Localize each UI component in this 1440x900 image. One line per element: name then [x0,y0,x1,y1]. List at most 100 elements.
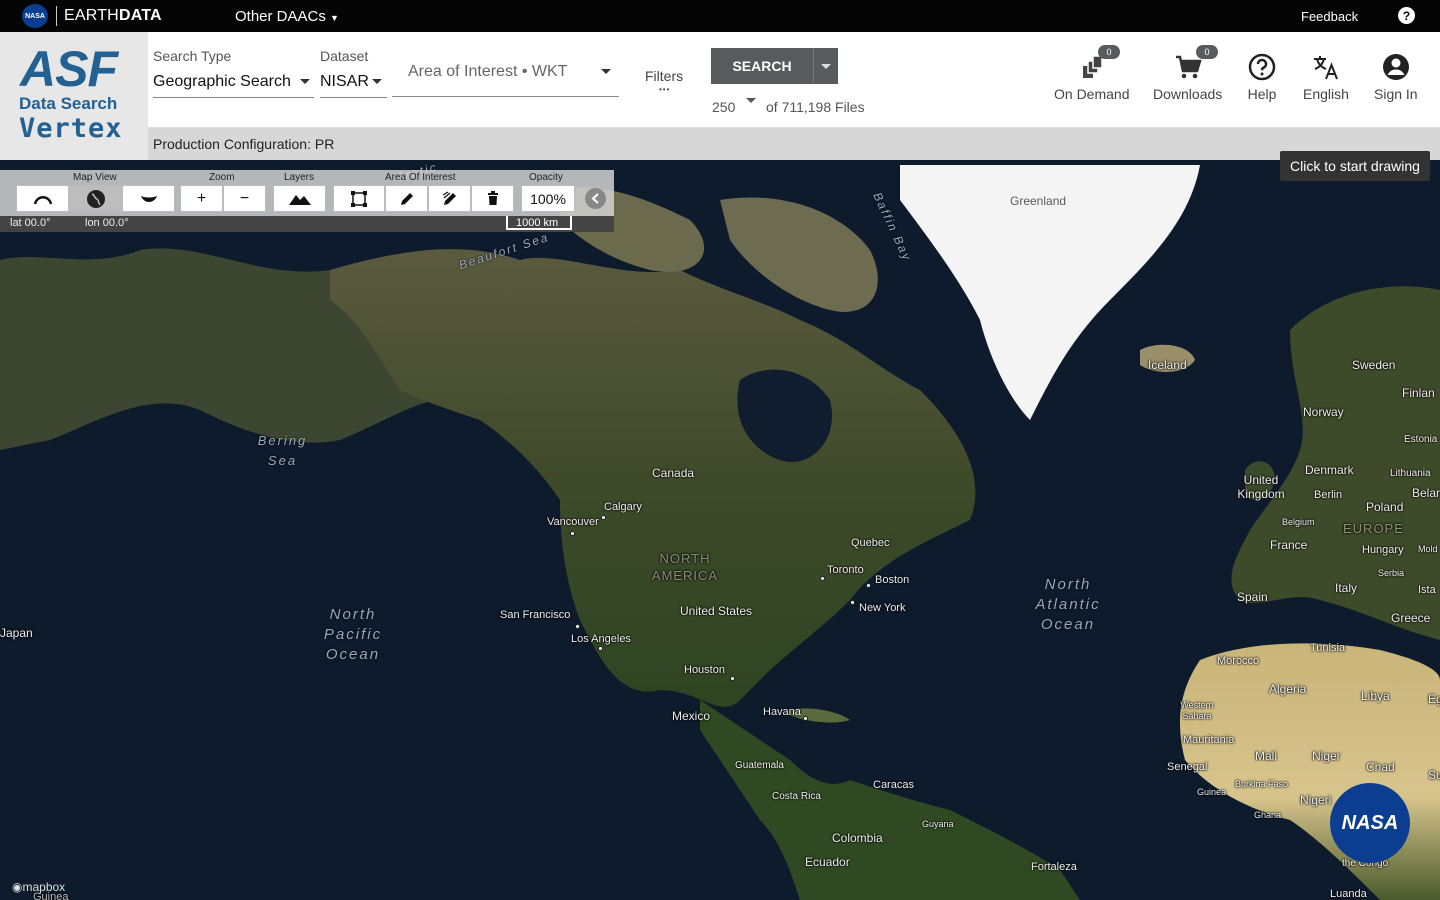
map-label: Colombia [832,831,883,845]
map-label: France [1270,538,1308,552]
map-label: Guinea [1197,787,1227,797]
map-label: Eg [1428,692,1440,706]
chevron-down-icon[interactable] [300,79,310,84]
nasa-meatball-logo: NASA [1330,783,1410,863]
chevron-down-icon[interactable] [746,98,756,103]
map-label: Finlan [1402,386,1435,400]
map-label: Ista [1418,584,1436,596]
sign-in-button[interactable]: Sign In [1374,52,1418,102]
map-label: Luanda [1330,888,1367,900]
map-label: Guatemala [735,760,784,771]
map-label: Norway [1303,405,1344,419]
help-icon[interactable]: ? [1398,7,1415,24]
antarctic-view-button[interactable] [122,185,175,212]
city-marker [570,531,575,536]
feedback-link[interactable]: Feedback [1301,9,1358,24]
city-marker [730,676,735,681]
map-label: Greece [1391,611,1431,625]
max-results-select[interactable]: 250 [712,99,735,115]
map-label: Iceland [1148,358,1187,372]
map-label: Ghana [1254,810,1282,820]
search-type-label: Search Type [153,48,232,64]
help-button[interactable]: Help [1247,52,1277,102]
edit-aoi-button[interactable] [428,185,471,212]
map-label: Western Sahara [1180,700,1214,721]
account-icon [1382,54,1409,80]
downloads-button[interactable]: Downloads [1153,52,1222,102]
search-options-button[interactable] [813,48,838,84]
chevron-down-icon[interactable] [601,69,611,74]
map-label: San Francisco [500,609,571,621]
city-marker [850,600,855,605]
layers-button[interactable] [273,185,326,212]
earthdata-link[interactable]: EARTHDATA [64,7,162,25]
map-label: Japan [0,626,33,640]
chevron-down-icon[interactable] [372,79,382,84]
draw-tooltip: Click to start drawing [1280,151,1430,181]
arctic-icon [33,195,52,204]
equatorial-view-button[interactable] [69,185,122,212]
aoi-label: Area Of Interest [385,172,456,183]
opacity-label: Opacity [529,172,563,183]
map-label: Ecuador [805,855,850,869]
trash-icon [487,191,498,205]
aoi-input[interactable]: Area of Interest • WKT [408,63,567,81]
map-label: Caracas [873,779,914,791]
dataset-select[interactable]: NISAR [320,73,369,91]
collapse-controls-button[interactable] [585,188,606,209]
aoi-underline [392,96,619,97]
map-label: North Pacific Ocean [323,606,383,663]
map-view-label: Map View [73,172,117,183]
arctic-view-button[interactable] [16,185,69,212]
vertex-text: Vertex [19,113,123,144]
search-button[interactable]: SEARCH [711,48,813,84]
draw-polygon-button[interactable] [385,185,428,212]
map-label: Belgium [1282,517,1315,527]
on-demand-button[interactable]: On Demand [1054,52,1129,102]
more-icon[interactable]: ••• [659,85,670,94]
map-label: Mali [1255,749,1278,763]
opacity-button[interactable]: 100% [521,185,575,212]
clear-aoi-button[interactable] [471,185,514,212]
asf-logo-text: ASF [20,41,118,97]
production-config-bar [148,128,1440,160]
search-type-select[interactable]: Geographic Search [153,73,291,91]
top-bar: NASA EARTHDATA Other DAACs ▼ Feedback ? [0,0,1440,32]
pencil-icon [400,192,413,205]
filters-button[interactable]: Filters [645,68,683,84]
map-label: Mauritania [1183,734,1235,746]
mapbox-attribution[interactable]: ◉mapbox [12,880,65,894]
language-button[interactable]: English [1303,52,1349,102]
map-label: Havana [763,706,801,718]
map-label: Niger [1312,749,1341,763]
zoom-out-button[interactable]: − [223,185,266,212]
map-label: Algeria [1269,682,1307,696]
map-label: Spain [1237,590,1268,604]
other-daacs-label: Other DAACs [235,8,326,25]
nasa-logo[interactable]: NASA [22,4,48,28]
globe-icon [86,189,105,208]
zoom-label: Zoom [209,172,235,183]
zoom-in-button[interactable]: + [180,185,223,212]
city-marker [598,646,603,651]
map-label: Quebec [851,537,890,549]
map-label: Berlin [1314,489,1343,501]
map-label: Serbia [1378,568,1405,578]
chevron-down-icon [821,64,831,69]
map-label: Vancouver [547,516,599,528]
map-label: Fortaleza [1031,861,1077,873]
search-type-underline [153,97,314,98]
map-label: Nigeri [1300,793,1332,807]
map-canvas[interactable]: North Pacific Ocean North Atlantic Ocean… [0,160,1440,900]
city-marker [575,624,580,629]
draw-box-button[interactable] [333,185,385,212]
other-daacs-menu[interactable]: Other DAACs ▼ [235,8,339,25]
map-label: Burkina Faso [1235,779,1289,789]
on-demand-label: On Demand [1054,86,1130,102]
city-marker [803,716,808,721]
edit-pencil-icon [442,190,456,205]
layers-label: Layers [284,172,315,183]
map-label: Mold [1418,544,1438,554]
map-label: Boston [875,574,910,586]
brand-bold: DATA [118,7,162,24]
